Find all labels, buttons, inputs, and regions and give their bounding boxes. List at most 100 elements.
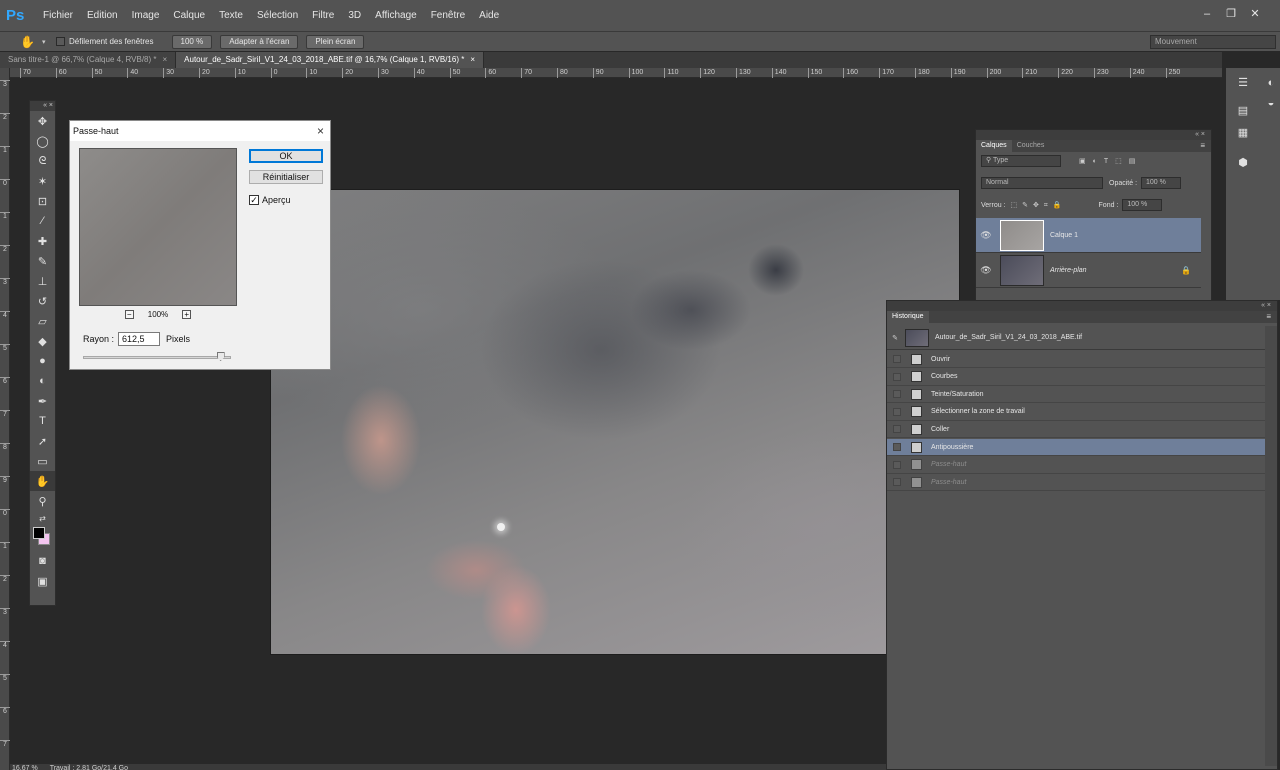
history-item[interactable]: Ouvrir <box>887 351 1265 368</box>
color-swatches[interactable] <box>30 525 55 551</box>
type-tool-icon[interactable]: T <box>30 411 55 431</box>
radius-slider-thumb[interactable] <box>216 352 225 361</box>
eye-icon[interactable]: 👁 <box>976 265 996 276</box>
tab-autour-de-sadr[interactable]: Autour_de_Sadr_Siril_V1_24_03_2018_ABE.t… <box>176 52 484 68</box>
layer-calque-1[interactable]: 👁 Calque 1 <box>976 218 1201 253</box>
menu-fichier[interactable]: Fichier <box>36 0 80 31</box>
tab-calques[interactable]: Calques <box>976 140 1012 152</box>
radius-input[interactable]: 612,5 <box>118 332 161 346</box>
zoom-status[interactable]: 16,67 % <box>12 764 38 770</box>
chevron-down-icon[interactable]: ▾ <box>42 38 56 46</box>
scroll-all-checkbox[interactable] <box>56 37 65 46</box>
menu-filtre[interactable]: Filtre <box>305 0 341 31</box>
screen-mode-icon[interactable]: ▣ <box>30 571 55 591</box>
close-icon[interactable]: × <box>317 121 324 141</box>
eraser-icon[interactable]: ▱ <box>30 311 55 331</box>
radius-slider-track[interactable] <box>83 356 231 359</box>
menu-edition[interactable]: Edition <box>80 0 125 31</box>
tab-historique[interactable]: Historique <box>887 311 929 323</box>
zoom-out-button[interactable]: − <box>124 310 134 319</box>
panel-collapse[interactable]: « × <box>976 130 1211 140</box>
history-scrollbar[interactable] <box>1265 326 1277 766</box>
workspace-select[interactable]: Mouvement <box>1150 35 1276 49</box>
zoom-in-button[interactable]: + <box>182 310 192 319</box>
history-item[interactable]: Courbes <box>887 369 1265 386</box>
ellipse-marquee-icon[interactable]: ◯ <box>30 131 55 151</box>
paragraph-panel-icon[interactable]: ▦ <box>1236 126 1250 140</box>
menu-selection[interactable]: Sélection <box>250 0 305 31</box>
opacity-input[interactable]: 100 % <box>1141 177 1182 189</box>
foreground-color-swatch[interactable] <box>33 527 45 539</box>
filter-preview[interactable] <box>79 148 237 306</box>
history-source-checkbox[interactable] <box>893 390 901 399</box>
pen-icon[interactable]: ✒ <box>30 391 55 411</box>
eye-icon[interactable]: 👁 <box>976 230 996 241</box>
preview-option[interactable]: ✓ Aperçu <box>249 195 291 205</box>
blend-mode-select[interactable]: Normal <box>981 177 1103 189</box>
magic-wand-icon[interactable]: ✶ <box>30 171 55 191</box>
panel-menu-icon[interactable]: ≡ <box>1200 140 1211 152</box>
history-item[interactable]: Coller <box>887 421 1265 439</box>
3d-panel-icon[interactable]: ⬢ <box>1236 156 1250 170</box>
color-panel-icon[interactable]: ◐ <box>1264 76 1278 90</box>
crop-icon[interactable]: ⊡ <box>30 191 55 211</box>
document-canvas[interactable] <box>270 189 960 655</box>
menu-aide[interactable]: Aide <box>472 0 506 31</box>
history-panel-icon[interactable]: ☰ <box>1236 76 1250 90</box>
restore-icon[interactable]: ❐ <box>1224 8 1238 20</box>
tab-sans-titre[interactable]: Sans titre-1 @ 66,7% (Calque 4, RVB/8) *… <box>0 52 177 68</box>
dodge-icon[interactable]: ◐ <box>30 371 55 391</box>
menu-fenetre[interactable]: Fenêtre <box>424 0 472 31</box>
history-item[interactable]: Teinte/Saturation <box>887 386 1265 404</box>
path-selection-icon[interactable]: ➚ <box>30 431 55 451</box>
paint-bucket-icon[interactable]: ◆ <box>30 331 55 351</box>
quick-mask-icon[interactable]: ◙ <box>30 551 55 571</box>
move-tool-icon[interactable]: ✥ <box>30 111 55 131</box>
layer-arriere-plan[interactable]: 👁 Arrière-plan 🔒 <box>976 253 1201 288</box>
history-source-checkbox[interactable] <box>893 443 901 451</box>
close-icon[interactable]: × <box>163 55 168 64</box>
stamp-icon[interactable]: ⊥ <box>30 271 55 291</box>
history-source-checkbox[interactable] <box>893 460 901 469</box>
history-item[interactable]: Passe-haut <box>887 474 1265 492</box>
panel-menu-icon[interactable]: ≡ <box>1266 311 1277 323</box>
history-source-checkbox[interactable] <box>893 372 901 381</box>
history-snapshot[interactable]: ✎ Autour_de_Sadr_Siril_V1_24_03_2018_ABE… <box>887 326 1265 350</box>
zoom-100-button[interactable]: 100 % <box>171 34 213 49</box>
fit-screen-button[interactable]: Adapter à l'écran <box>220 34 299 49</box>
layer-filter-select[interactable]: ⚲ Type <box>981 155 1061 167</box>
lock-icons[interactable]: ⬚✎✥⌗🔒 <box>1011 201 1067 210</box>
rectangle-tool-icon[interactable]: ▭ <box>30 451 55 471</box>
menu-3d[interactable]: 3D <box>341 0 368 31</box>
history-brush-icon[interactable]: ↺ <box>30 291 55 311</box>
minimize-icon[interactable]: – <box>1200 8 1214 20</box>
close-icon[interactable]: × <box>470 55 475 64</box>
close-icon[interactable]: ✕ <box>1248 8 1262 20</box>
history-source-checkbox[interactable] <box>893 425 901 434</box>
history-source-checkbox[interactable] <box>893 355 901 363</box>
menu-calque[interactable]: Calque <box>166 0 212 31</box>
menu-affichage[interactable]: Affichage <box>368 0 424 31</box>
preview-checkbox[interactable]: ✓ <box>249 195 259 205</box>
properties-panel-icon[interactable]: ▤ <box>1236 104 1250 118</box>
menu-texte[interactable]: Texte <box>212 0 250 31</box>
history-item[interactable]: Sélectionner la zone de travail <box>887 404 1265 421</box>
brush-icon[interactable]: ✎ <box>30 251 55 271</box>
ok-button[interactable]: OK <box>249 149 323 163</box>
history-item[interactable]: Passe-haut <box>887 457 1265 474</box>
history-source-checkbox[interactable] <box>893 478 901 487</box>
hand-tool-icon[interactable]: ✋ <box>30 471 55 491</box>
zoom-tool-icon[interactable]: ⚲ <box>30 491 55 511</box>
hand-tool-icon[interactable]: ✋ <box>20 35 42 49</box>
fill-input[interactable]: 100 % <box>1122 199 1163 211</box>
scroll-all-windows-option[interactable]: Défilement des fenêtres <box>56 37 154 46</box>
panel-collapse[interactable]: « × <box>887 301 1277 311</box>
eyedropper-icon[interactable]: ⁄ <box>30 211 55 231</box>
filter-icons[interactable]: ▣◐T⬚▤ <box>1079 157 1142 165</box>
tab-couches[interactable]: Couches <box>1012 140 1050 152</box>
history-item[interactable]: Antipoussière <box>887 439 1265 456</box>
history-source-checkbox[interactable] <box>893 407 901 416</box>
lasso-icon[interactable]: ᘓ <box>30 151 55 171</box>
menu-image[interactable]: Image <box>125 0 167 31</box>
blur-icon[interactable]: ● <box>30 351 55 371</box>
